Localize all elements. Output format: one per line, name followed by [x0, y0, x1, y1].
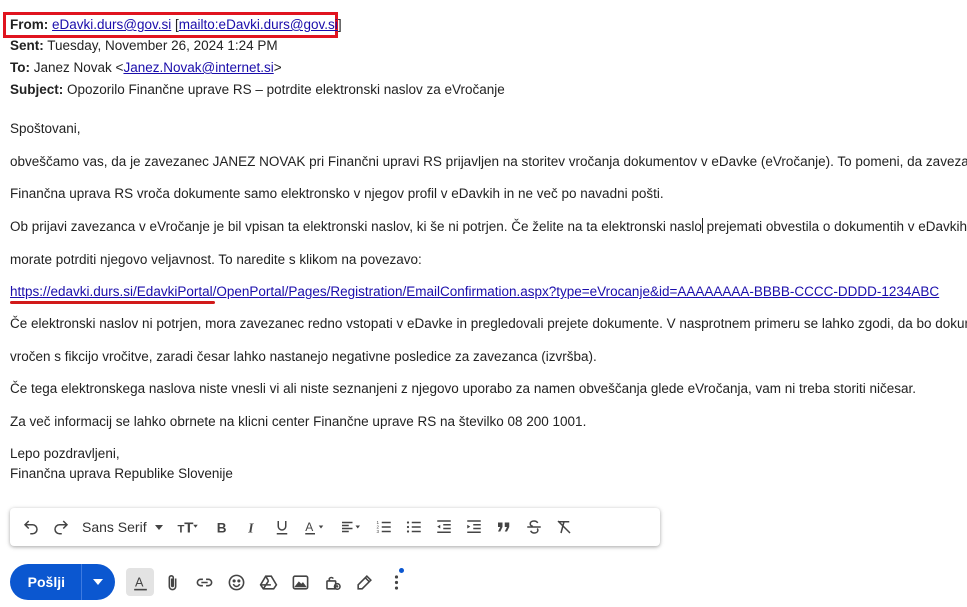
paragraph-3-line-2: vročen s fikcijo vročitve, zaradi česar … — [10, 349, 597, 364]
from-mailto-close: ] — [337, 17, 342, 32]
font-family-label: Sans Serif — [82, 519, 147, 535]
closing: Lepo pozdravljeni, — [10, 446, 120, 461]
redo-icon[interactable] — [46, 512, 76, 542]
more-options-icon[interactable] — [380, 568, 412, 596]
signature: Finančna uprava Republike Slovenije — [10, 466, 233, 481]
drive-icon[interactable] — [252, 568, 284, 596]
paragraph-1-line-2: Finančna uprava RS vroča dokumente samo … — [10, 186, 664, 201]
underline-icon[interactable] — [267, 512, 297, 542]
from-line: From: eDavki.durs@gov.si [mailto:eDavki.… — [10, 16, 342, 34]
bulleted-list-icon[interactable] — [399, 512, 429, 542]
send-button[interactable]: Pošlji — [10, 574, 81, 590]
attach-icon[interactable] — [156, 568, 188, 596]
greeting: Spoštovani, — [10, 121, 81, 136]
signature-icon[interactable] — [348, 568, 380, 596]
subject-label: Subject: — [10, 82, 64, 97]
svg-text:A: A — [134, 575, 143, 589]
strikethrough-icon[interactable] — [519, 512, 549, 542]
compose-actions: A — [124, 568, 412, 596]
link-icon[interactable] — [188, 568, 220, 596]
paragraph-2-line-1: Ob prijavi zavezanca v eVročanje je bil … — [10, 218, 967, 236]
paragraph-1-line-1: obveščamo vas, da je zavezanec JANEZ NOV… — [10, 154, 967, 169]
from-mailto-link[interactable]: mailto:eDavki.durs@gov.si — [179, 17, 338, 32]
paragraph-4: Če tega elektronskega naslova niste vnes… — [10, 381, 917, 396]
confirmation-link-line: https://edavki.durs.si/EdavkiPortal/Open… — [10, 283, 939, 301]
send-button-group: Pošlji — [10, 564, 115, 600]
to-line: To: Janez Novak <Janez.Novak@internet.si… — [10, 59, 282, 77]
formatting-toolbar: Sans Serif TT B I A 123 — [10, 508, 660, 546]
text-size-icon[interactable]: TT — [169, 512, 207, 542]
formatting-options-icon[interactable]: A — [124, 568, 156, 596]
link-highlight-underline — [10, 301, 215, 304]
italic-icon[interactable]: I — [237, 512, 267, 542]
paragraph-2-line-2: morate potrditi njegovo veljavnost. To n… — [10, 252, 422, 267]
indent-less-icon[interactable] — [429, 512, 459, 542]
subject-value: Opozorilo Finančne uprave RS – potrdite … — [67, 82, 505, 97]
svg-text:I: I — [247, 520, 254, 535]
confirmation-link[interactable]: https://edavki.durs.si/EdavkiPortal/Open… — [10, 284, 939, 299]
paragraph-2-part-a: Ob prijavi zavezanca v eVročanje je bil … — [10, 219, 702, 234]
undo-icon[interactable] — [16, 512, 46, 542]
align-icon[interactable] — [333, 512, 369, 542]
notification-dot — [399, 568, 404, 573]
svg-text:T: T — [177, 523, 184, 535]
paragraph-5: Za več informacij se lahko obrnete na kl… — [10, 414, 587, 429]
to-name: Janez Novak < — [33, 60, 124, 75]
paragraph-2-part-b: prejemati obvestila o dokumentih v eDavk… — [702, 219, 967, 234]
text-color-icon[interactable]: A — [297, 512, 333, 542]
subject-line: Subject: Opozorilo Finančne uprave RS – … — [10, 81, 505, 99]
sent-line: Sent: Tuesday, November 26, 2024 1:24 PM — [10, 37, 278, 55]
to-label: To: — [10, 60, 30, 75]
quote-icon[interactable] — [489, 512, 519, 542]
svg-text:3: 3 — [376, 529, 379, 534]
bold-icon[interactable]: B — [207, 512, 237, 542]
font-family-select[interactable]: Sans Serif — [76, 519, 169, 535]
sent-label: Sent: — [10, 38, 44, 53]
paragraph-3-line-1: Če elektronski naslov ni potrjen, mora z… — [10, 316, 967, 331]
svg-text:B: B — [216, 520, 226, 535]
numbered-list-icon[interactable]: 123 — [369, 512, 399, 542]
svg-text:A: A — [305, 520, 313, 534]
sent-value: Tuesday, November 26, 2024 1:24 PM — [47, 38, 278, 53]
photo-icon[interactable] — [284, 568, 316, 596]
emoji-icon[interactable] — [220, 568, 252, 596]
to-close: > — [273, 60, 282, 75]
confidential-icon[interactable] — [316, 568, 348, 596]
from-label: From: — [10, 17, 49, 32]
indent-more-icon[interactable] — [459, 512, 489, 542]
chevron-down-icon — [93, 579, 104, 585]
send-options-button[interactable] — [82, 579, 115, 585]
to-email-link[interactable]: Janez.Novak@internet.si — [123, 60, 273, 75]
remove-formatting-icon[interactable] — [549, 512, 579, 542]
chevron-down-icon — [154, 524, 163, 530]
svg-text:T: T — [184, 519, 193, 536]
from-email-link[interactable]: eDavki.durs@gov.si — [52, 17, 171, 32]
